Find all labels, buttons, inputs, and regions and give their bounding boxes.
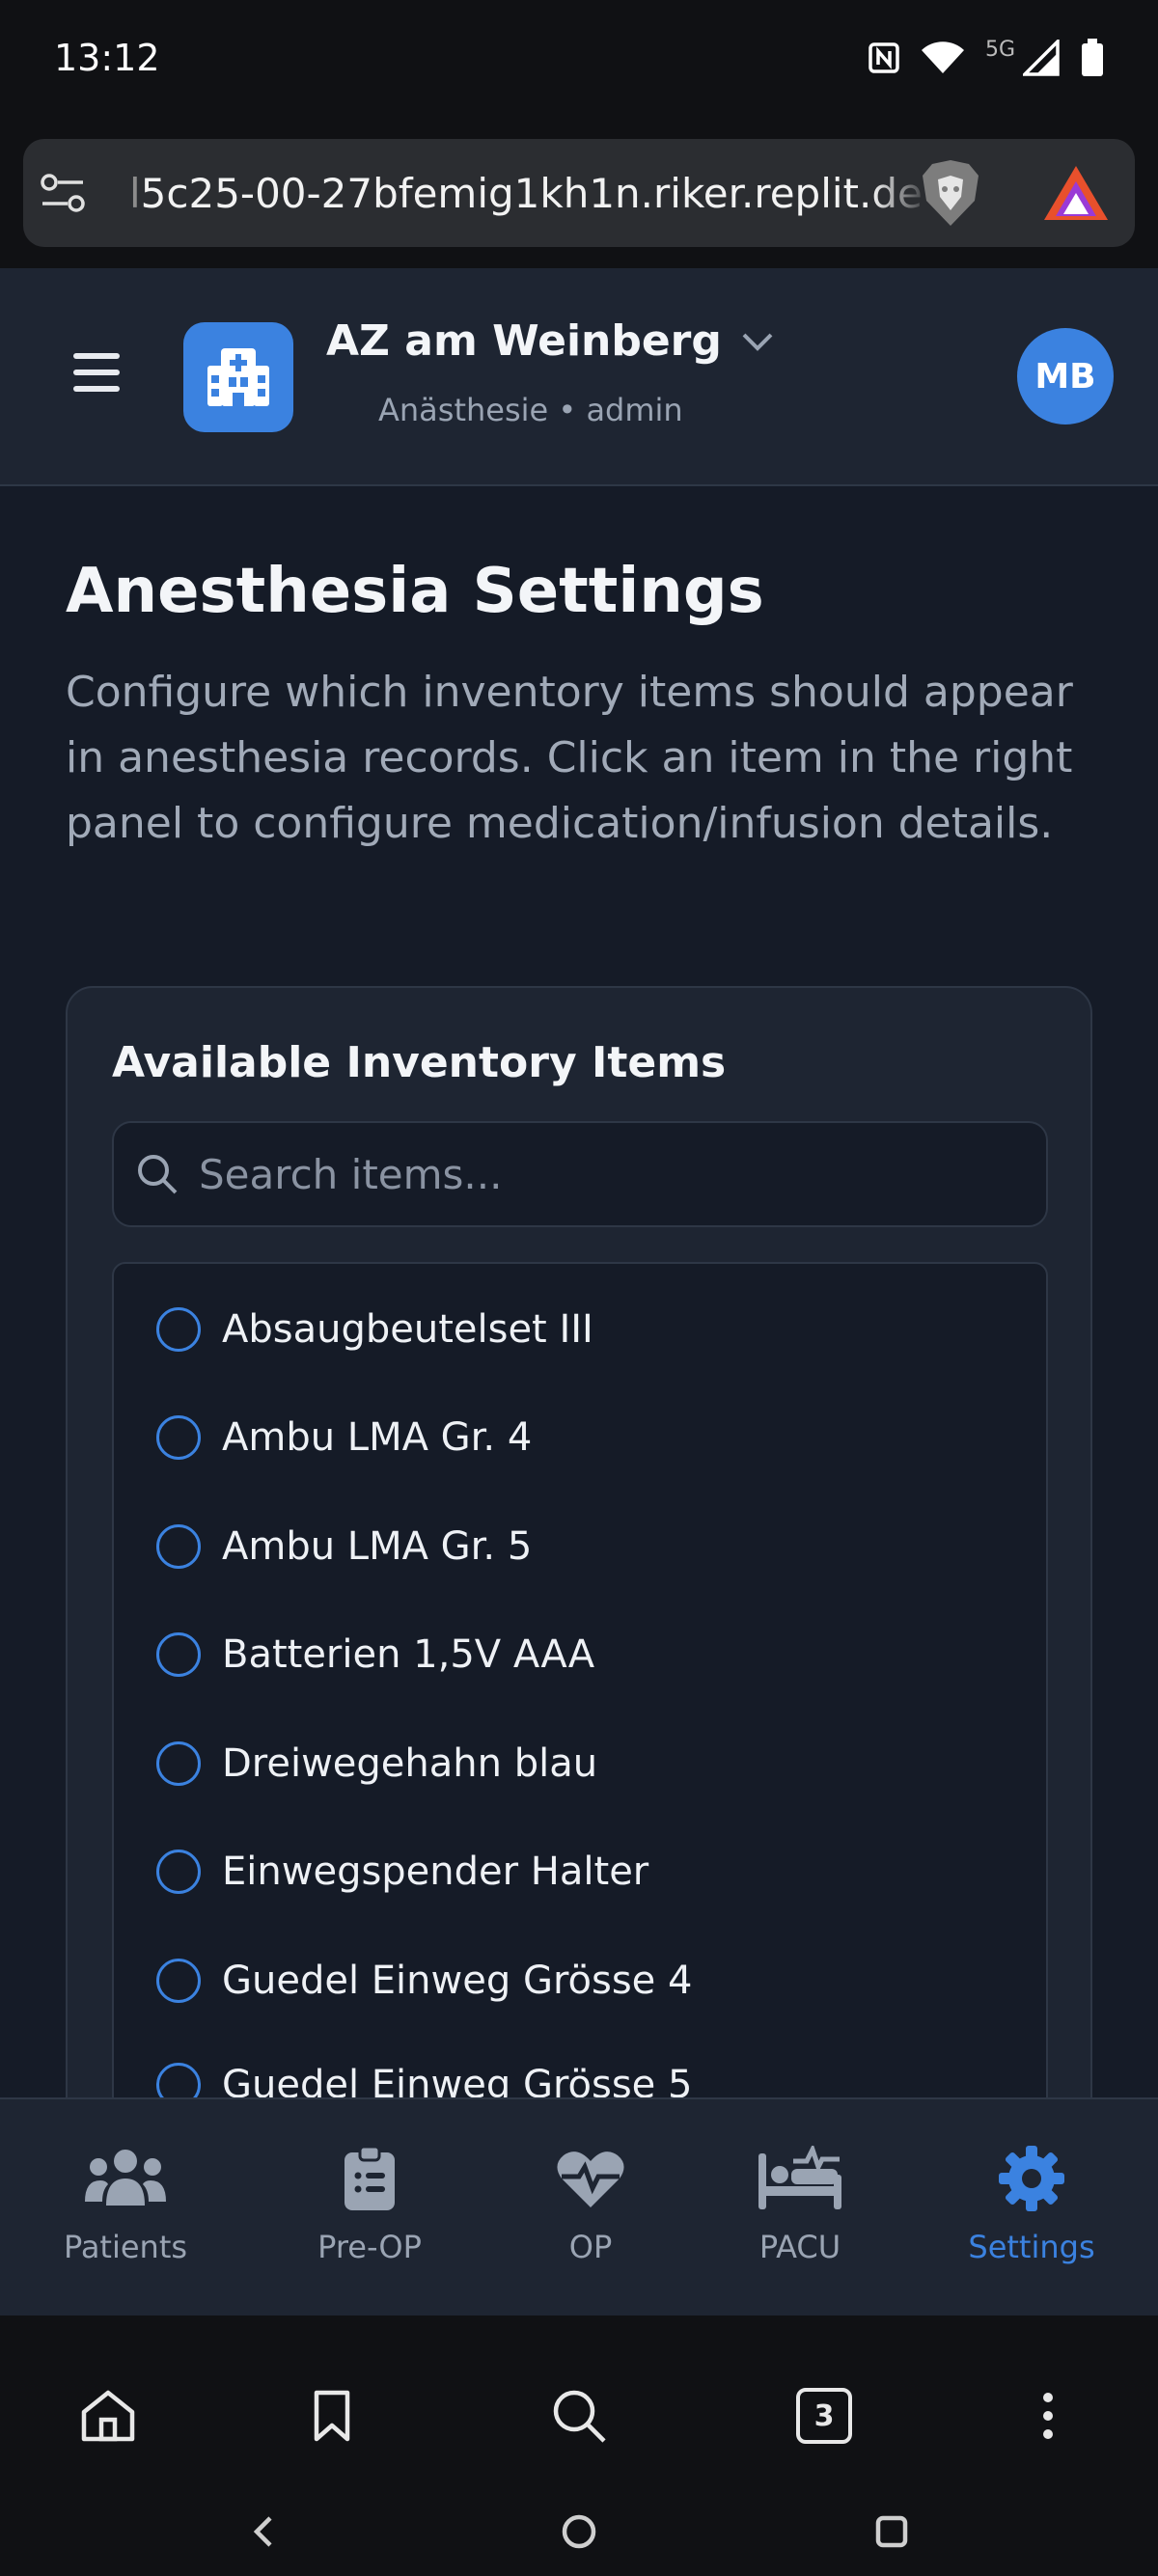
item-label: Ambu LMA Gr. 4 — [222, 1415, 533, 1460]
item-label: Absaugbeutelset III — [222, 1307, 593, 1352]
page-title: Anesthesia Settings — [66, 556, 764, 627]
radio-button[interactable] — [156, 1415, 201, 1460]
status-icons: 5G — [868, 37, 1104, 77]
nav-item-op[interactable]: OP — [484, 2099, 697, 2317]
menu-icon-bar — [73, 386, 120, 392]
item-label: Guedel Einweg Grösse 4 — [222, 1959, 693, 2003]
org-switcher[interactable]: AZ am Weinberg — [326, 316, 774, 366]
system-home-button[interactable] — [550, 2503, 608, 2561]
radio-button[interactable] — [156, 1850, 201, 1894]
users-icon — [83, 2140, 168, 2217]
home-icon — [81, 2390, 135, 2442]
gear-icon — [999, 2140, 1064, 2217]
clipboard-list-icon — [343, 2140, 397, 2217]
nav-label: Pre-OP — [317, 2229, 422, 2265]
url-text[interactable]: l 5c25-00-27bfemig1kh1n.riker.replit.dev — [129, 139, 921, 247]
nav-label: Patients — [63, 2229, 188, 2265]
list-item[interactable]: Ambu LMA Gr. 5 — [114, 1493, 1046, 1601]
tab-count: 3 — [813, 2398, 835, 2433]
inventory-list: Absaugbeutelset III Ambu LMA Gr. 4 Ambu … — [112, 1262, 1048, 2238]
nav-item-pre-op[interactable]: Pre-OP — [263, 2099, 476, 2317]
search-icon — [138, 1155, 178, 1194]
item-label: Batterien 1,5V AAA — [222, 1632, 595, 1677]
nav-item-pacu[interactable]: PACU — [694, 2099, 906, 2317]
tab-counter-icon: 3 — [796, 2388, 852, 2444]
tabs-button[interactable]: 3 — [786, 2377, 863, 2454]
inventory-card: Available Inventory Items Absaugbeutelse… — [66, 986, 1092, 2240]
bottom-nav: Patients Pre-OP OP PACU Settings — [0, 2097, 1158, 2316]
battery-icon — [1082, 39, 1103, 76]
list-item[interactable]: Ambu LMA Gr. 4 — [114, 1384, 1046, 1492]
app-header: AZ am Weinberg Anästhesie • admin MB — [0, 268, 1158, 486]
avatar[interactable]: MB — [1017, 328, 1114, 425]
item-label: Ambu LMA Gr. 5 — [222, 1524, 533, 1569]
menu-button[interactable] — [73, 353, 120, 392]
search-box — [112, 1121, 1048, 1227]
bookmark-icon — [314, 2390, 350, 2442]
brave-shields-icon[interactable] — [919, 158, 982, 228]
inventory-card-title: Available Inventory Items — [112, 1038, 727, 1087]
system-back-button[interactable] — [234, 2503, 291, 2561]
system-recents-button[interactable] — [863, 2503, 921, 2561]
search-button[interactable] — [540, 2377, 618, 2454]
nav-item-settings[interactable]: Settings — [925, 2099, 1138, 2317]
home-circle-icon — [562, 2514, 596, 2549]
status-time: 13:12 — [54, 37, 160, 79]
system-nav-bar — [0, 2489, 1158, 2576]
chevron-down-icon — [742, 333, 773, 351]
more-vertical-icon — [1043, 2393, 1053, 2439]
browser-toolbar: l 5c25-00-27bfemig1kh1n.riker.replit.dev — [0, 116, 1158, 268]
item-label: Dreiwegehahn blau — [222, 1741, 598, 1786]
radio-button[interactable] — [156, 1959, 201, 2003]
browser-bottom-toolbar: 3 — [0, 2316, 1158, 2576]
nav-label: OP — [568, 2229, 613, 2265]
back-icon — [253, 2516, 272, 2547]
nfc-icon — [868, 42, 899, 73]
network-type-label: 5G — [984, 37, 1015, 62]
list-item[interactable]: Guedel Einweg Grösse 4 — [114, 1927, 1046, 2035]
item-label: Einwegspender Halter — [222, 1850, 649, 1894]
url-prefix: l — [129, 169, 141, 217]
url-host: 5c25-00-27bfemig1kh1n.riker.replit.dev — [140, 169, 921, 217]
hospital-icon — [183, 322, 293, 432]
bookmarks-button[interactable] — [293, 2377, 371, 2454]
home-button[interactable] — [69, 2377, 147, 2454]
page-description: Configure which inventory items should a… — [66, 668, 1073, 848]
search-input[interactable] — [199, 1123, 1029, 1225]
radio-button[interactable] — [156, 1524, 201, 1569]
more-menu-button[interactable] — [1009, 2377, 1087, 2454]
nav-label: Settings — [968, 2229, 1095, 2265]
bed-pulse-icon — [757, 2140, 843, 2217]
menu-icon-bar — [73, 353, 120, 359]
radio-button[interactable] — [156, 1632, 201, 1677]
list-item[interactable]: Dreiwegehahn blau — [114, 1710, 1046, 1818]
brave-rewards-icon[interactable] — [1042, 164, 1110, 222]
search-icon — [553, 2390, 606, 2443]
radio-button[interactable] — [156, 1307, 201, 1352]
signal-icon — [1023, 40, 1060, 76]
heart-pulse-icon — [556, 2140, 625, 2217]
status-bar: 13:12 5G — [0, 0, 1158, 116]
recents-icon — [875, 2515, 908, 2548]
nav-label: PACU — [758, 2229, 841, 2265]
list-item[interactable]: Absaugbeutelset III — [114, 1275, 1046, 1384]
site-settings-icon[interactable] — [41, 172, 85, 214]
radio-button[interactable] — [156, 1741, 201, 1786]
nav-item-patients[interactable]: Patients — [19, 2099, 232, 2317]
list-item[interactable]: Einwegspender Halter — [114, 1818, 1046, 1926]
org-name: AZ am Weinberg — [326, 316, 722, 366]
list-item[interactable]: Batterien 1,5V AAA — [114, 1601, 1046, 1709]
menu-icon-bar — [73, 370, 120, 375]
url-bar[interactable]: l 5c25-00-27bfemig1kh1n.riker.replit.dev — [23, 139, 1135, 247]
wifi-icon — [921, 41, 964, 73]
org-subtitle: Anästhesie • admin — [378, 392, 683, 428]
